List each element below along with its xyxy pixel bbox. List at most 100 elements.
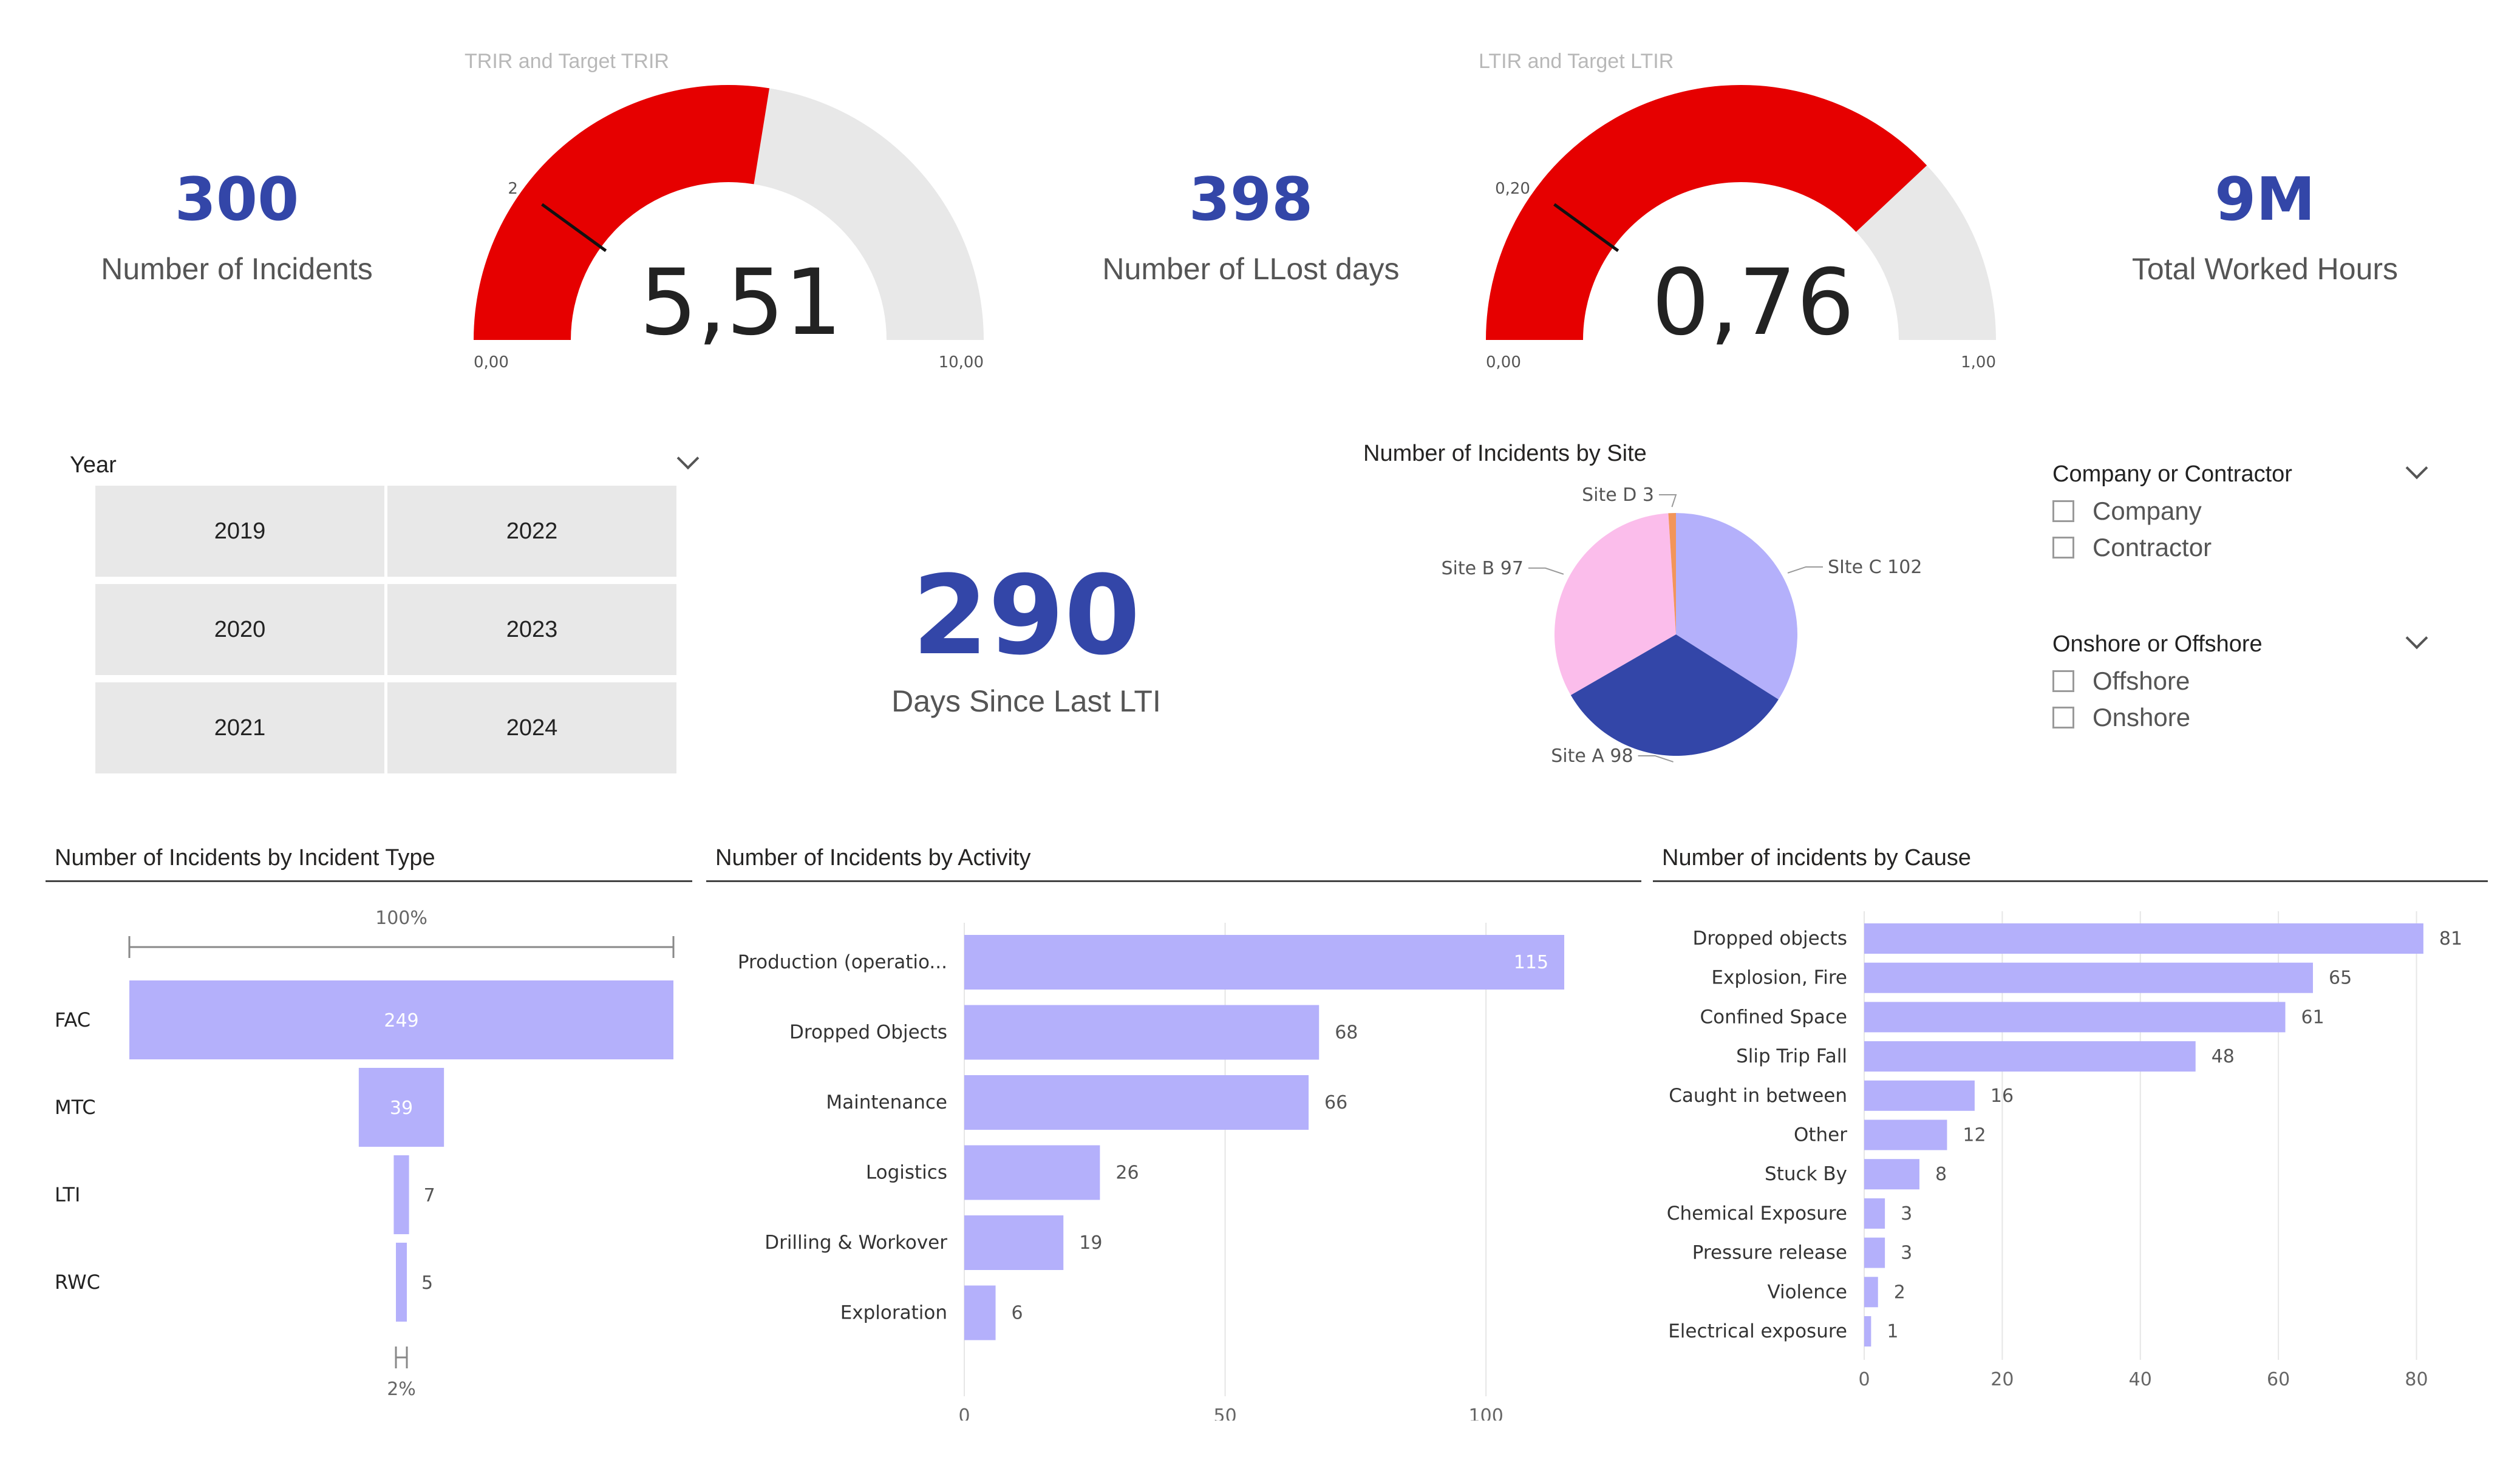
category-label: Pressure release [1692,1242,1847,1264]
pie-data-label: Site A 98 [1551,745,1633,767]
data-label: 16 [1990,1085,2014,1107]
worked-hours-label: Total Worked Hours [2131,252,2399,286]
category-label: Drilling & Workover [765,1232,947,1254]
funnel-value-label: 7 [424,1185,435,1206]
x-tick-label: 0 [1858,1369,1870,1390]
pie-leader-line [1638,755,1674,762]
offshore-option[interactable]: Offshore [2052,667,2190,696]
year-option[interactable]: 2022 [387,486,676,577]
contractor-option[interactable]: Contractor [2052,533,2212,562]
data-label: 66 [1324,1092,1347,1113]
x-tick-label: 0 [958,1405,970,1421]
data-label: 3 [1901,1203,1912,1224]
chevron-down-icon[interactable] [2405,457,2428,480]
category-label: Chemical Exposure [1667,1203,1847,1224]
category-label: Exploration [840,1302,947,1324]
location-slicer-title: Onshore or Offshore [2052,631,2263,657]
category-label: Stuck By [1765,1163,1847,1185]
incident-type-funnel: 100% FAC 249 MTC 39 LTI 7 RWC 5 2% [55,908,675,1400]
data-label: 1 [1887,1321,1898,1342]
ltir-gauge-value: 0,76 [1652,250,1854,356]
funnel-category-label: RWC [55,1271,100,1294]
funnel-category-label: FAC [55,1008,90,1031]
checkbox[interactable] [2052,707,2074,728]
bar [1864,1080,1975,1111]
funnel-category-label: LTI [55,1183,80,1206]
bar [964,1075,1309,1130]
category-label: Explosion, Fire [1711,967,1847,989]
trir-gauge-title: TRIR and Target TRIR [465,50,669,73]
cause-bar-chart: 0 20 40 60 80Dropped objects 81Explosion, Fir… [1667,911,2462,1390]
title-divider [46,880,692,882]
checkbox[interactable] [2052,670,2074,692]
bar [1864,1198,1885,1229]
trir-gauge-max-label: 10,00 [939,353,984,372]
funnel-value-label: 5 [421,1272,433,1294]
year-option[interactable]: 2019 [95,486,384,577]
category-label: Violence [1767,1281,1847,1303]
bar [1864,962,2313,993]
year-option[interactable]: 2023 [387,584,676,675]
category-label: Caught in between [1669,1085,1847,1107]
bar [1864,923,2423,954]
data-label: 68 [1335,1022,1358,1044]
data-label: 12 [1963,1125,1986,1146]
bar [1864,1002,2286,1033]
data-label: 26 [1115,1163,1139,1184]
option-label: Onshore [2093,703,2191,732]
checkbox[interactable] [2052,537,2074,559]
category-label: Dropped Objects [789,1022,947,1044]
days-since-lti-label: Days Since Last LTI [891,684,1161,718]
lost-days-value: 398 [1188,165,1313,234]
company-option[interactable]: Company [2052,497,2202,526]
title-divider [706,880,1641,882]
trir-gauge-target-label: 2 [508,180,518,198]
category-label: Production (operatio... [738,951,947,973]
bar [964,935,1565,990]
checkbox[interactable] [2052,500,2074,522]
funnel-value-label: 39 [390,1098,413,1119]
incidents-label: Number of Incidents [101,252,373,286]
bar [1864,1277,1878,1308]
ltir-gauge-min-label: 0,00 [1486,353,1521,372]
data-label: 8 [1935,1164,1947,1185]
chevron-down-icon[interactable] [2405,627,2428,650]
bar [1864,1041,2196,1072]
category-label: Maintenance [826,1092,947,1113]
data-label: 6 [1012,1303,1023,1324]
category-label: Electrical exposure [1668,1320,1847,1342]
data-label: 115 [1514,952,1548,973]
x-tick-label: 40 [2129,1369,2152,1390]
ltir-gauge: 0,20 0,76 0,00 1,00 [1486,85,1996,372]
company-slicer-title: Company or Contractor [2052,461,2292,487]
cause-chart-title: Number of incidents by Cause [1662,845,1972,871]
site-pie-chart: SIte C 102 Site A 98 Site B 97 Site D 3 [1441,484,1922,767]
year-option[interactable]: 2020 [95,584,384,675]
days-since-lti-value: 290 [912,552,1140,679]
x-tick-label: 20 [1990,1369,2014,1390]
chevron-down-icon[interactable] [676,447,700,470]
site-pie-title: Number of Incidents by Site [1363,441,1647,466]
funnel-value-label: 249 [384,1010,418,1031]
category-label: Dropped objects [1692,928,1847,949]
trir-gauge-min-label: 0,00 [474,353,509,372]
ltir-gauge-target-label: 0,20 [1495,180,1530,198]
x-tick-label: 80 [2405,1369,2428,1390]
ltir-gauge-title: LTIR and Target LTIR [1479,50,1674,73]
funnel-category-label: MTC [55,1096,96,1119]
option-label: Company [2093,497,2202,525]
category-label: Confined Space [1700,1006,1847,1028]
year-slicer-title: Year [70,452,117,478]
bar [964,1145,1100,1200]
funnel-bar [393,1155,409,1234]
data-label: 3 [1901,1243,1912,1264]
bar [1864,1119,1947,1150]
trir-gauge: 2 5,51 0,00 10,00 [474,85,984,372]
pie-leader-line [1528,567,1564,575]
year-option[interactable]: 2024 [387,682,676,773]
year-option[interactable]: 2021 [95,682,384,773]
pie-leader-line [1787,566,1824,574]
onshore-option[interactable]: Onshore [2052,703,2190,732]
bar [1864,1159,1919,1190]
bar [1864,1237,1885,1268]
